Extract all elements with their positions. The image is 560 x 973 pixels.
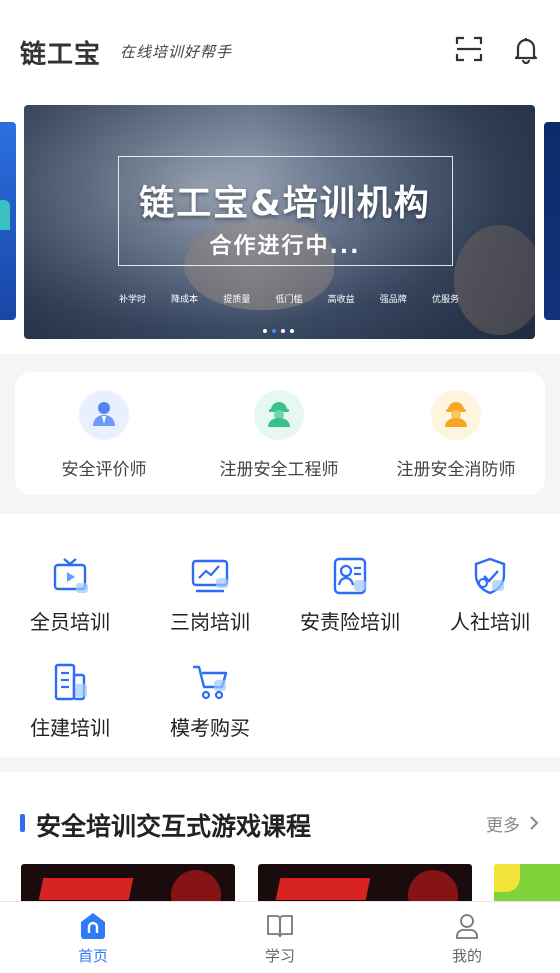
banner-tag: 高收益 (327, 295, 355, 305)
carousel-dot[interactable] (290, 329, 294, 333)
grid-item-liability-insurance[interactable]: 安责险培训 (280, 556, 420, 635)
grid-item-all-staff[interactable]: 全员培训 (0, 556, 140, 635)
grid-item-three-posts[interactable]: 三岗培训 (140, 556, 280, 635)
chevron-right-icon[interactable] (528, 815, 540, 831)
grid-item-construction[interactable]: 住建培训 (0, 662, 140, 741)
bell-icon[interactable] (511, 34, 541, 65)
cert-label: 安全评价师 (61, 460, 147, 480)
grid-label: 人社培训 (450, 610, 530, 634)
banner-title: 链工宝&培训机构 (139, 184, 431, 224)
banner-tags: 补学时 降成本 提质量 低门槛 高收益 强品牌 优服务 (119, 292, 459, 305)
app-logo: 链工宝 (20, 40, 102, 70)
tab-study[interactable]: 学习 (187, 902, 373, 973)
tab-label: 我的 (451, 947, 482, 965)
tab-profile[interactable]: 我的 (374, 902, 560, 973)
more-link[interactable]: 更多 (486, 811, 520, 836)
grid-label: 模考购买 (170, 716, 250, 740)
cert-item-firefighter[interactable]: 注册安全消防师 (368, 390, 544, 480)
carousel-dot-active[interactable] (272, 329, 276, 333)
bottom-tabbar: 首页 学习 我的 (0, 901, 560, 973)
engineer-icon (254, 390, 304, 440)
training-grid: 全员培训 三岗培训 安责险培训 人社培训 住建培训 模考购买 (0, 514, 560, 757)
banner-tag: 优服务 (431, 295, 459, 305)
banner-prev-slide[interactable] (0, 122, 16, 320)
cert-label: 注册安全工程师 (219, 460, 339, 480)
banner-slide[interactable]: 链工宝&培训机构 合作进行中... 补学时 降成本 提质量 低门槛 高收益 强品… (24, 105, 535, 339)
home-page: 链工宝 在线培训好帮手 链工宝&培训机构 合作进行中... 补学时 降成本 提质… (0, 0, 560, 973)
grid-label: 住建培训 (30, 716, 110, 740)
tab-label: 学习 (264, 947, 295, 965)
scan-icon[interactable] (454, 34, 484, 64)
banner-tag: 强品牌 (379, 295, 407, 305)
course-section: 安全培训交互式游戏课程 更多 (0, 772, 560, 912)
app-slogan: 在线培训好帮手 (120, 43, 233, 61)
cert-label: 注册安全消防师 (396, 460, 516, 480)
tab-home[interactable]: 首页 (0, 902, 186, 973)
carousel-dots (263, 329, 294, 333)
grid-label: 安责险培训 (300, 610, 400, 634)
grid-item-mock-exam-purchase[interactable]: 模考购买 (140, 662, 280, 741)
grid-item-social-security[interactable]: 人社培训 (420, 556, 560, 635)
top-header: 链工宝 在线培训好帮手 (0, 0, 560, 100)
banner-next-slide[interactable] (544, 122, 560, 320)
cert-item-evaluator[interactable]: 安全评价师 (16, 390, 192, 480)
section-accent-bar (20, 814, 25, 832)
firefighter-icon (431, 390, 481, 440)
banner-subtitle: 合作进行中... (209, 234, 361, 259)
tv-play-icon (50, 556, 90, 596)
section-title: 安全培训交互式游戏课程 (36, 812, 312, 841)
home-icon (81, 913, 105, 939)
id-card-icon (330, 556, 370, 596)
banner-carousel[interactable]: 链工宝&培训机构 合作进行中... 补学时 降成本 提质量 低门槛 高收益 强品… (0, 100, 560, 354)
monitor-chart-icon (190, 556, 230, 596)
carousel-dot[interactable] (263, 329, 267, 333)
cert-item-engineer[interactable]: 注册安全工程师 (191, 390, 367, 480)
banner-tag: 降成本 (171, 295, 199, 305)
building-icon (50, 662, 90, 702)
banner-tag: 补学时 (119, 295, 147, 305)
shield-user-icon (470, 556, 510, 596)
banner-tag: 低门槛 (275, 295, 303, 305)
cart-icon (190, 662, 230, 702)
certification-card: 安全评价师 注册安全工程师 注册安全消防师 (15, 372, 545, 495)
book-icon (267, 915, 293, 938)
evaluator-icon (79, 390, 129, 440)
grid-label: 三岗培训 (170, 610, 250, 634)
user-icon (456, 914, 478, 939)
tab-label: 首页 (77, 947, 108, 965)
grid-label: 全员培训 (30, 610, 110, 634)
carousel-dot[interactable] (281, 329, 285, 333)
banner-tag: 提质量 (223, 295, 251, 305)
